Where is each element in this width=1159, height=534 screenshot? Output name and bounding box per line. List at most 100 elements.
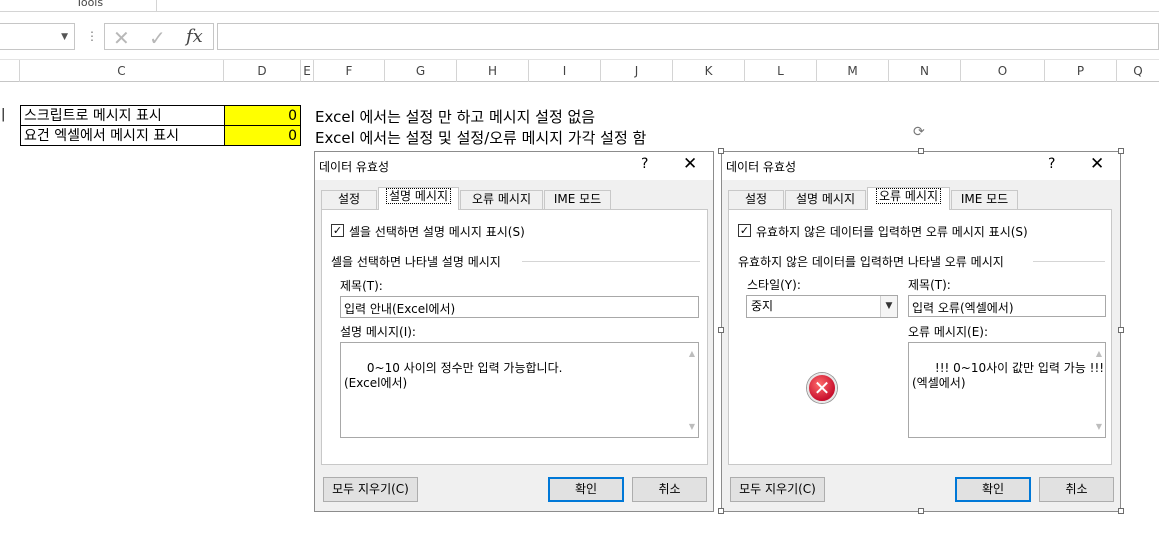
dialog-titlebar[interactable]: 데이터 유효성 ? ✕ xyxy=(315,152,713,180)
column-header-m[interactable]: M xyxy=(817,60,889,82)
input-message-panel: ✓ 셀을 선택하면 설명 메시지 표시(S) 셀을 선택하면 나타낼 설명 메시… xyxy=(321,209,708,465)
resize-handle-top-left[interactable] xyxy=(718,148,724,154)
cancel-icon[interactable]: ✕ xyxy=(113,26,130,50)
scroll-down-icon[interactable]: ▼ xyxy=(1096,419,1102,434)
tab-settings[interactable]: 설정 xyxy=(321,190,377,209)
show-error-alert-checkbox[interactable]: ✓ xyxy=(738,224,751,237)
resize-handle-bottom[interactable] xyxy=(918,508,924,514)
resize-handle-bottom-left[interactable] xyxy=(718,508,724,514)
cell-c-row1[interactable]: 스크립트로 메시지 표시 xyxy=(20,105,225,126)
ok-button[interactable]: 확인 xyxy=(548,477,624,502)
resize-handle-top[interactable] xyxy=(918,148,924,154)
cancel-button[interactable]: 취소 xyxy=(632,477,707,502)
tab-label: 오류 메시지 xyxy=(471,192,531,206)
tab-label: 설정 xyxy=(744,192,768,206)
ribbon-separator xyxy=(156,0,157,11)
cell-d-row2[interactable]: 0 xyxy=(224,125,301,146)
column-header-o[interactable]: O xyxy=(961,60,1045,82)
data-validation-dialog-input: 데이터 유효성 ? ✕ 설정 설명 메시지 오류 메시지 IME 모드 ✓ 셀을… xyxy=(314,151,714,512)
error-alert-panel: ✓ 유효하지 않은 데이터를 입력하면 오류 메시지 표시(S) 유효하지 않은… xyxy=(728,209,1112,465)
enter-check-icon[interactable]: ✓ xyxy=(149,26,166,50)
column-header-n[interactable]: N xyxy=(889,60,961,82)
title-label: 제목(T): xyxy=(340,279,383,293)
column-header-h[interactable]: H xyxy=(457,60,529,82)
tab-label: IME 모드 xyxy=(553,192,602,206)
column-headers: C D E F G H I J K L M N O P Q xyxy=(0,59,1159,82)
ok-button[interactable]: 확인 xyxy=(955,477,1031,502)
message-text: 0~10 사이의 정수만 입력 가능합니다. (Excel에서) xyxy=(344,361,563,390)
close-icon[interactable]: ✕ xyxy=(1090,154,1104,174)
formula-bar-grip-icon[interactable]: ⋮ xyxy=(86,29,98,43)
close-icon[interactable]: ✕ xyxy=(683,154,697,174)
cell-b-fragment[interactable]: | xyxy=(1,105,19,126)
show-input-message-checkbox[interactable]: ✓ xyxy=(331,224,344,237)
tab-input-message[interactable]: 설명 메시지 xyxy=(378,187,459,210)
dialog-title: 데이터 유효성 xyxy=(319,160,390,174)
title-input[interactable]: 입력 안내(Excel에서) xyxy=(340,296,699,318)
tab-ime-mode[interactable]: IME 모드 xyxy=(544,190,611,209)
cancel-button[interactable]: 취소 xyxy=(1039,477,1114,502)
style-select[interactable]: 중지 ▼ xyxy=(746,295,898,318)
dialog-title: 데이터 유효성 xyxy=(726,160,797,174)
note-row1[interactable]: Excel 에서는 설정 만 하고 메시지 설정 없음 xyxy=(315,106,595,127)
insert-function-icon[interactable]: fx xyxy=(186,26,203,47)
tab-label: 설정 xyxy=(337,192,361,206)
column-header-c[interactable]: C xyxy=(20,60,224,82)
error-message-textarea[interactable]: !!! 0~10사이 값만 입력 가능 !!! (엑셀에서) ▲ ▼ xyxy=(908,342,1106,438)
rotate-handle-icon[interactable]: ⟳ xyxy=(913,124,925,140)
column-header-g[interactable]: G xyxy=(385,60,457,82)
group-label: 셀을 선택하면 나타낼 설명 메시지 xyxy=(331,255,501,269)
cell-c-row2[interactable]: 요건 엑셀에서 메시지 표시 xyxy=(20,125,225,146)
column-header-k[interactable]: K xyxy=(673,60,745,82)
tab-error-alert[interactable]: 오류 메시지 xyxy=(460,190,543,209)
stop-error-icon: ✕ xyxy=(807,373,837,403)
title-label: 제목(T): xyxy=(908,278,951,292)
column-header-p[interactable]: P xyxy=(1045,60,1117,82)
resize-handle-right[interactable] xyxy=(1118,327,1124,333)
note-row2[interactable]: Excel 에서는 설정 및 설정/오류 메시지 가각 설정 함 xyxy=(315,127,646,148)
column-header-f[interactable]: F xyxy=(314,60,385,82)
column-header-d[interactable]: D xyxy=(224,60,301,82)
tab-error-alert[interactable]: 오류 메시지 xyxy=(867,187,950,210)
tab-ime-mode[interactable]: IME 모드 xyxy=(951,190,1018,209)
message-label: 설명 메시지(I): xyxy=(340,325,416,339)
name-box[interactable]: ▼ xyxy=(0,23,75,50)
scroll-up-icon[interactable]: ▲ xyxy=(689,346,695,361)
resize-handle-left[interactable] xyxy=(718,327,724,333)
column-header-i[interactable]: I xyxy=(529,60,601,82)
help-icon[interactable]: ? xyxy=(641,156,648,172)
tab-label: 오류 메시지 xyxy=(875,188,942,204)
group-divider xyxy=(522,261,700,262)
input-message-textarea[interactable]: 0~10 사이의 정수만 입력 가능합니다. (Excel에서) ▲ ▼ xyxy=(340,342,699,438)
chevron-down-icon[interactable]: ▼ xyxy=(880,296,897,317)
dialog-titlebar[interactable]: 데이터 유효성 ? ✕ xyxy=(722,152,1120,180)
tab-label: IME 모드 xyxy=(960,192,1009,206)
tab-settings[interactable]: 설정 xyxy=(728,190,784,209)
column-header-l[interactable]: L xyxy=(745,60,817,82)
ribbon-strip: Tools xyxy=(0,0,1159,12)
group-label: 유효하지 않은 데이터를 입력하면 나타낼 오류 메시지 xyxy=(738,255,1004,269)
formula-bar-buttons: ✕ ✓ fx xyxy=(104,23,214,50)
checkbox-label[interactable]: 유효하지 않은 데이터를 입력하면 오류 메시지 표시(S) xyxy=(756,223,1028,240)
column-header-q[interactable]: Q xyxy=(1117,60,1159,82)
clear-all-button[interactable]: 모두 지우기(C) xyxy=(730,477,825,502)
cell-d-row1[interactable]: 0 xyxy=(224,105,301,126)
chevron-down-icon[interactable]: ▼ xyxy=(61,32,68,42)
help-icon[interactable]: ? xyxy=(1048,156,1055,172)
formula-input[interactable] xyxy=(217,23,1159,50)
column-header-j[interactable]: J xyxy=(601,60,673,82)
message-label: 오류 메시지(E): xyxy=(908,325,989,339)
checkbox-label[interactable]: 셀을 선택하면 설명 메시지 표시(S) xyxy=(349,223,525,240)
column-header-b[interactable] xyxy=(0,60,20,82)
data-validation-dialog-error: 데이터 유효성 ? ✕ 설정 설명 메시지 오류 메시지 IME 모드 ✓ 유효… xyxy=(721,151,1121,512)
message-text: !!! 0~10사이 값만 입력 가능 !!! (엑셀에서) xyxy=(912,361,1105,390)
scroll-down-icon[interactable]: ▼ xyxy=(689,419,695,434)
scroll-up-icon[interactable]: ▲ xyxy=(1096,346,1102,361)
resize-handle-bottom-right[interactable] xyxy=(1118,508,1124,514)
column-header-e[interactable]: E xyxy=(301,60,314,82)
clear-all-button[interactable]: 모두 지우기(C) xyxy=(323,477,418,502)
style-label: 스타일(Y): xyxy=(747,278,801,292)
title-input[interactable]: 입력 오류(엑셀에서) xyxy=(908,295,1106,317)
tab-input-message[interactable]: 설명 메시지 xyxy=(785,190,866,209)
resize-handle-top-right[interactable] xyxy=(1118,148,1124,154)
